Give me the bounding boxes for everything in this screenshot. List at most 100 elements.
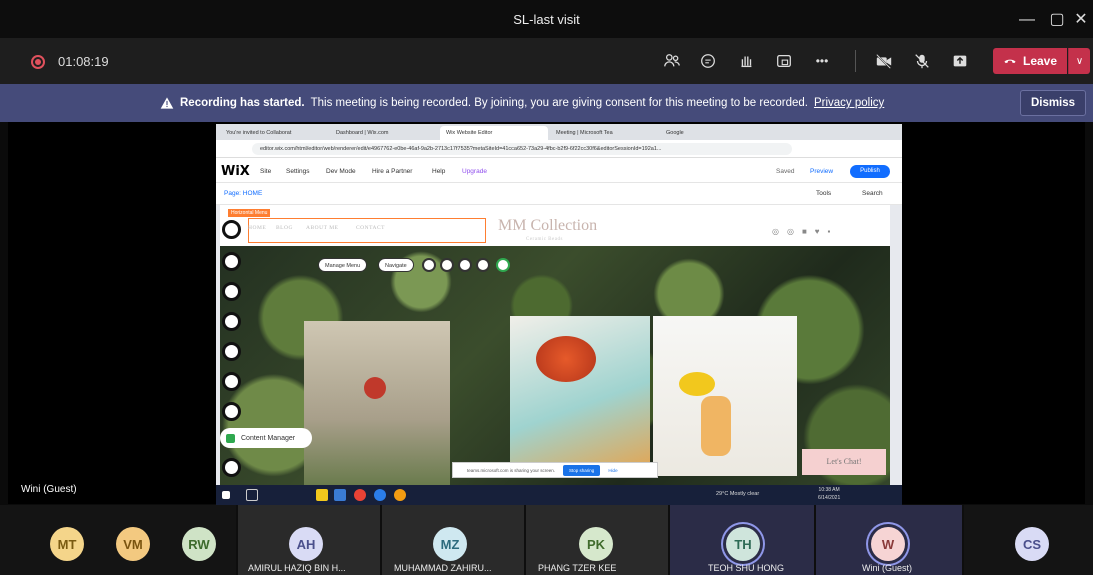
weather-widget[interactable]: 29°C Mostly clear [716, 491, 759, 497]
windows-start-icon[interactable] [222, 491, 230, 499]
shared-screen: You're invited to Collaborat Dashboard |… [216, 124, 902, 504]
site-design-icon[interactable] [222, 252, 241, 271]
browser-tab[interactable]: You're invited to Collaborat [220, 126, 328, 140]
avatar[interactable]: MZ [433, 527, 467, 561]
wix-menu-upgrade[interactable]: Upgrade [462, 168, 487, 175]
leave-options-chevron-icon[interactable]: ∨ [1068, 48, 1090, 74]
media-icon[interactable] [222, 372, 241, 391]
toolbar-divider [855, 50, 856, 72]
blog-icon[interactable] [222, 402, 241, 421]
recording-banner: Recording has started. This meeting is b… [0, 84, 1093, 122]
avatar-initials: AH [296, 536, 316, 552]
vase [701, 396, 731, 456]
avatar-initials: TH [734, 536, 752, 552]
avatar[interactable]: TH [726, 527, 760, 561]
close-button[interactable]: ✕ [1070, 8, 1092, 32]
avatar[interactable]: MT [50, 527, 84, 561]
wix-menu-site[interactable]: Site [260, 168, 271, 175]
tools-button[interactable]: Tools [816, 190, 831, 197]
reactions-button[interactable] [732, 50, 760, 72]
social-icons[interactable]: ◎◎■♥▪ [772, 227, 838, 236]
title-bar: SL-last visit — ▢ ✕ [0, 0, 1093, 38]
dismiss-button[interactable]: Dismiss [1020, 90, 1086, 116]
manage-menu-button[interactable]: Manage Menu [318, 258, 368, 272]
lets-chat-button[interactable]: Let's Chat! [802, 449, 886, 475]
help-icon[interactable] [476, 258, 490, 272]
restore-button[interactable]: ▢ [1042, 8, 1072, 32]
leave-button[interactable]: Leave [993, 48, 1067, 74]
product-photo-vases [653, 316, 797, 476]
mic-off-icon [915, 54, 929, 69]
wix-menu-dev-mode[interactable]: Dev Mode [326, 168, 356, 175]
minimize-button[interactable]: — [1012, 8, 1042, 32]
layout-icon[interactable] [422, 258, 436, 272]
nav-about[interactable]: ABOUT ME [306, 225, 338, 231]
taskbar-clock: 10:38 AM 6/14/2021 [818, 486, 840, 502]
shared-taskbar: 29°C Mostly clear [216, 485, 902, 505]
bead-pendant [364, 377, 386, 399]
avatar[interactable]: RW [182, 527, 216, 561]
avatar[interactable]: PK [579, 527, 613, 561]
link-icon[interactable] [496, 258, 510, 272]
nav-contact[interactable]: CONTACT [356, 225, 385, 231]
app-market-icon[interactable] [222, 342, 241, 361]
participant-name: TEOH SHU HONG [708, 563, 785, 573]
url-field[interactable]: editor.wix.com/html/editor/web/renderer/… [252, 143, 792, 155]
privacy-policy-link[interactable]: Privacy policy [814, 97, 884, 109]
rooms-button[interactable] [770, 50, 798, 72]
wix-menu-settings[interactable]: Settings [286, 168, 310, 175]
site-preview: Horizontal Menu HOME BLOG ABOUT ME CONTA… [220, 205, 890, 485]
hide-button[interactable]: Hide [608, 468, 617, 473]
wix-menu-hire[interactable]: Hire a Partner [372, 168, 412, 175]
avatar[interactable]: CS [1015, 527, 1049, 561]
browser-tab[interactable]: Meeting | Microsoft Tea [550, 126, 658, 140]
search-button[interactable]: Search [862, 190, 883, 197]
add-elements-icon[interactable] [222, 282, 241, 301]
avatar[interactable]: VM [116, 527, 150, 561]
add-apps-icon[interactable] [222, 312, 241, 331]
nav-home[interactable]: HOME [248, 225, 266, 231]
pages-icon[interactable] [222, 220, 241, 239]
browser-tab[interactable]: Dashboard | Wix.com [330, 126, 438, 140]
chat-button[interactable] [694, 50, 722, 72]
database-icon [226, 433, 235, 443]
chrome-active-icon[interactable] [394, 489, 406, 501]
participant-name: Wini (Guest) [862, 563, 913, 573]
horizontal-menu-tag: Horizontal Menu [228, 209, 271, 217]
nav-blog[interactable]: BLOG [276, 225, 293, 231]
settings-icon[interactable] [458, 258, 472, 272]
edit-icon[interactable] [440, 258, 454, 272]
content-manager-button[interactable]: Content Manager [220, 428, 312, 448]
share-content-button[interactable] [946, 50, 974, 72]
share-screen-icon [953, 55, 967, 67]
stop-sharing-button[interactable]: Stop sharing [563, 464, 601, 476]
wix-top-bar: WiX Site Settings Dev Mode Hire a Partne… [216, 158, 902, 183]
page-selector[interactable]: Page: HOME [224, 190, 262, 197]
navigate-button[interactable]: Navigate [378, 258, 414, 272]
browser-tab-active[interactable]: Wix Website Editor [440, 126, 548, 140]
file-explorer-icon[interactable] [316, 489, 328, 501]
participant-name: AMIRUL HAZIQ BIN H... [248, 563, 346, 573]
chrome-icon[interactable] [354, 489, 366, 501]
publish-button[interactable]: Publish [850, 165, 890, 178]
wix-menu-help[interactable]: Help [432, 168, 445, 175]
product-photo-necklace [304, 321, 450, 485]
red-flowers [536, 336, 596, 382]
screen-share-notice: teams.microsoft.com is sharing your scre… [452, 462, 658, 478]
avatar[interactable]: W [871, 527, 905, 561]
banner-text: This meeting is being recorded. By joini… [310, 97, 808, 109]
business-icon[interactable] [222, 458, 241, 477]
more-actions-button[interactable]: ••• [808, 50, 836, 72]
saved-status: Saved [776, 168, 795, 175]
store-icon[interactable] [334, 489, 346, 501]
site-brand-title: MM Collection [498, 217, 598, 234]
browser-tab[interactable]: Google [660, 126, 768, 140]
preview-button[interactable]: Preview [810, 168, 833, 175]
avatar-initials: VM [123, 536, 143, 552]
mic-toggle[interactable] [908, 50, 936, 72]
participants-button[interactable] [658, 50, 686, 72]
search-icon[interactable] [246, 489, 258, 501]
edge-icon[interactable] [374, 489, 386, 501]
avatar[interactable]: AH [289, 527, 323, 561]
camera-toggle[interactable] [870, 50, 898, 72]
